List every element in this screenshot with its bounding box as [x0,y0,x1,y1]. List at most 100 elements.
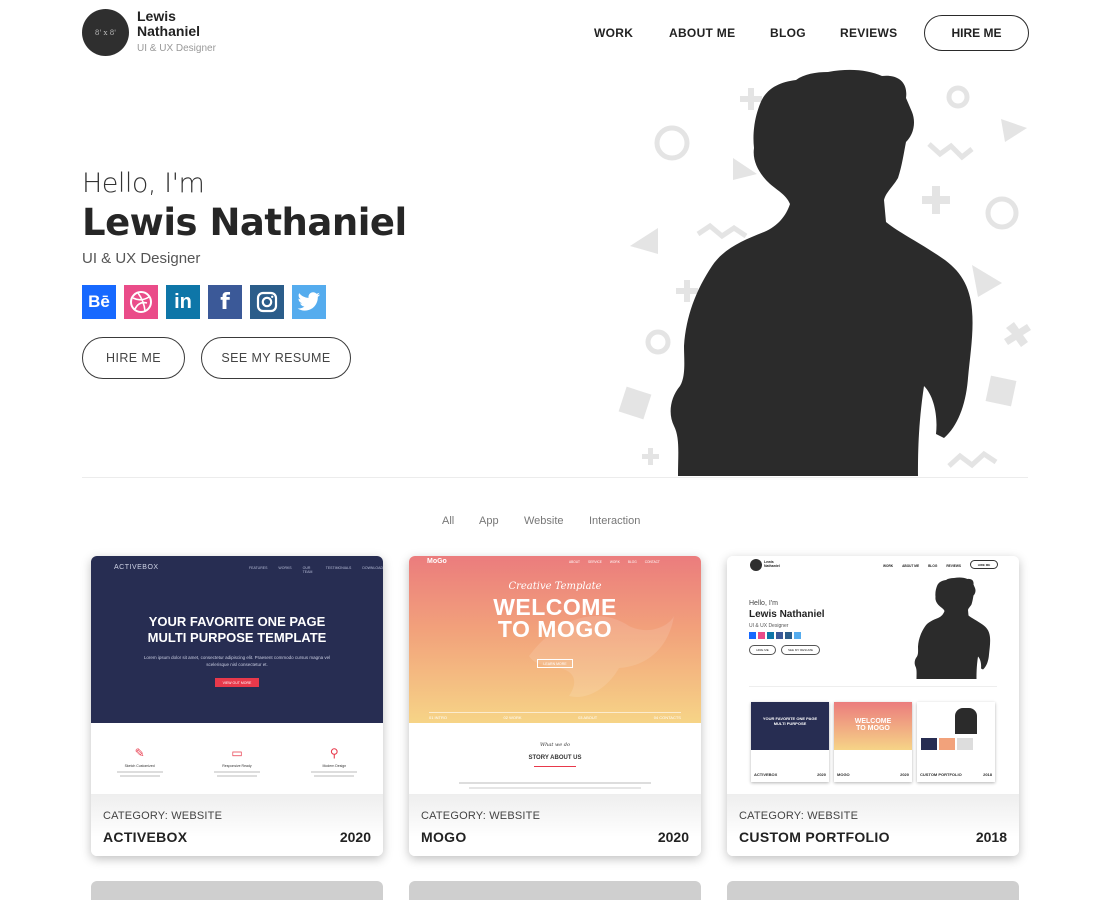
facebook-icon[interactable]: f [208,285,242,319]
hero-role: UI & UX Designer [82,250,201,267]
card-category: CATEGORY: WEBSITE [421,810,541,822]
mini-nav-item: WORK [883,564,894,568]
card-year: 2020 [339,829,371,845]
header-hire-button[interactable]: HIRE ME [924,15,1029,51]
mini-hire: HIRE ME [970,560,998,569]
activebox-brand: ACTIVEBOX [114,564,159,571]
mogo-headline-2: TO MOGO [497,616,613,642]
activebox-body-1: Lorem ipsum dolor sit amet, consectetur … [143,655,331,660]
mogo-headline: WELCOME TO MOGO [409,594,701,642]
feature-label: Sketch Customized [124,764,155,768]
activebox-body: Lorem ipsum dolor sit amet, consectetur … [121,654,353,668]
activebox-body-2: scelerisque nisl consectetur et. [206,662,268,667]
see-resume-button[interactable]: SEE MY RESUME [201,337,351,379]
nav-reviews[interactable]: REVIEWS [840,26,897,40]
nav-blog[interactable]: BLOG [770,26,806,40]
card-title: ACTIVEBOX [103,829,188,845]
behance-icon[interactable]: Bē [82,285,116,319]
dribbble-icon[interactable] [124,285,158,319]
activebox-features: ✎ Sketch Customized ▭ Responsive Ready ⚲… [91,746,383,777]
mini-name: Lewis Nathaniel [764,560,780,568]
mini-silhouette [914,577,991,679]
mini-card-year: 2020 [900,772,909,777]
hero-greeting: Hello, I'm [82,168,205,199]
twitter-icon[interactable] [292,285,326,319]
mogo-stat: 01 INTRO [429,715,448,720]
mogo-stats: 01 INTRO 02 WORK 03 ABOUT 04 CONTACTS [429,712,681,720]
mogo-nav-item: ABOUT [569,560,580,564]
mini-card: CUSTOM PORTFOLIO 2018 [917,702,995,782]
mini-card-title: CUSTOM PORTFOLIO [920,772,962,777]
portfolio-card-activebox[interactable]: ACTIVEBOX FEATURES WORKS OUR TEAM TESTIM… [91,556,383,856]
pencil-icon: ✎ [134,746,145,760]
logo-badge-text: 8' x 8' [94,28,117,37]
hero-illustration [618,69,1031,477]
facebook-glyph: f [220,289,230,315]
mogo-headline-1: WELCOME [493,594,617,620]
activebox-nav-item: WORKS [278,566,292,570]
portfolio-card-placeholder[interactable] [91,881,383,900]
card-footer: CATEGORY: WEBSITE CUSTOM PORTFOLIO 2018 [727,794,1019,856]
mini-card-year: 2018 [983,772,992,777]
filter-app[interactable]: App [479,515,499,527]
instagram-glyph [256,291,278,313]
logo-name[interactable]: Lewis Nathaniel [137,9,217,39]
card-year: 2018 [975,829,1007,845]
portfolio-card-placeholder[interactable] [409,881,701,900]
portfolio-card-mogo[interactable]: MoGo ABOUT SERVICE WORK BLOG CONTACT Cre… [409,556,701,856]
mogo-nav-item: SERVICE [587,560,602,564]
mogo-nav-item: BLOG [627,560,637,564]
linkedin-glyph: in [174,290,192,313]
filter-interaction[interactable]: Interaction [589,515,640,527]
mini-card-title: ACTIVEBOX [754,772,778,777]
hero-name: Lewis Nathaniel [82,201,407,244]
card-category: CATEGORY: WEBSITE [103,810,223,822]
filter-all[interactable]: All [442,515,454,527]
mini-btn-hire: HIRE ME [749,645,776,655]
mogo-brand: MoGo [427,558,447,565]
filter-website[interactable]: Website [524,515,564,527]
linkedin-icon[interactable]: in [166,285,200,319]
monitor-icon: ▭ [231,746,243,760]
mogo-stat: 02 WORK [503,715,522,720]
instagram-icon[interactable] [250,285,284,319]
portfolio-card-placeholder[interactable] [727,881,1019,900]
feature-item: ✎ Sketch Customized [105,746,175,777]
person-silhouette [670,69,973,477]
card-preview-mogo: MoGo ABOUT SERVICE WORK BLOG CONTACT Cre… [409,556,701,794]
nav-work[interactable]: WORK [594,26,633,40]
activebox-headline-2: MULTI PURPOSE TEMPLATE [147,630,327,645]
mini-nav-item: ABOUT ME [902,564,920,568]
dribbble-glyph [130,291,152,313]
activebox-cta: VIEW OUT MORE [215,678,259,687]
mini-avatar [750,559,762,571]
hero-hire-button[interactable]: HIRE ME [82,337,185,379]
social-links: Bē in f [82,285,326,319]
twitter-glyph [297,292,320,311]
mini-card: WELCOME TO MOGO MOGO 2020 [834,702,912,782]
mini-card-year: 2020 [817,772,826,777]
card-footer: CATEGORY: WEBSITE MOGO 2020 [409,794,701,856]
nav-about-me[interactable]: ABOUT ME [669,26,735,40]
activebox-nav-item: FEATURES [249,566,268,570]
mogo-section-title: STORY ABOUT US [528,755,582,761]
mini-role: UI & UX Designer [749,623,789,629]
mogo-stat: 04 CONTACTS [653,715,681,720]
card-preview-activebox: ACTIVEBOX FEATURES WORKS OUR TEAM TESTIM… [91,556,383,794]
card-title: MOGO [421,829,467,845]
card-preview-portfolio: Lewis Nathaniel WORK ABOUT ME BLOG REVIE… [727,556,1019,794]
card-year: 2020 [657,829,689,845]
mogo-nav-item: CONTACT [644,560,660,564]
feature-label: Responsive Ready [222,764,252,768]
activebox-nav-item: DOWNLOAD [362,566,383,570]
logo-avatar[interactable]: 8' x 8' [82,9,129,56]
activebox-nav-item: TESTIMONIALS [325,566,352,570]
mogo-section-script: What we do [540,742,570,748]
portfolio-card-custom-portfolio[interactable]: Lewis Nathaniel WORK ABOUT ME BLOG REVIE… [727,556,1019,856]
mini-greeting: Hello, I'm [749,600,778,607]
section-divider [82,477,1028,478]
mini-nav-item: REVIEWS [946,564,962,568]
mini-btn-resume: SEE MY RESUME [781,645,820,655]
activebox-headline: YOUR FAVORITE ONE PAGE MULTI PURPOSE TEM… [91,614,383,646]
site-header: 8' x 8' Lewis Nathaniel UI & UX Designer… [0,0,1110,66]
